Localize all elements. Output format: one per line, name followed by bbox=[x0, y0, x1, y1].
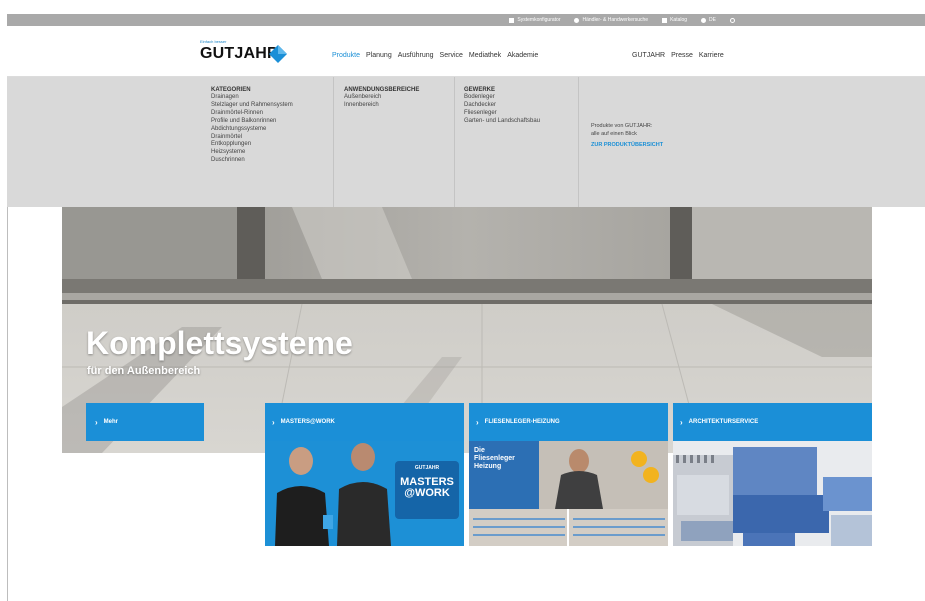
nav-item-presse[interactable]: Presse bbox=[671, 52, 693, 59]
card-header: › ARCHITEKTURSERVICE bbox=[673, 403, 872, 441]
page: Systemkonfigurator Händler- & Handwerker… bbox=[0, 0, 925, 601]
utility-catalog-label: Katalog bbox=[670, 17, 688, 23]
nav-item-service[interactable]: Service bbox=[440, 52, 463, 59]
mega-link-profile[interactable]: Profile und Balkonrinnen bbox=[211, 118, 293, 126]
badge-logo: GUTJAHR bbox=[414, 465, 440, 471]
card-header: › MASTERS@WORK bbox=[265, 403, 464, 441]
product-overview-link[interactable]: ZUR PRODUKTÜBERSICHT bbox=[591, 142, 663, 150]
language-label: DE bbox=[709, 17, 716, 23]
mega-link-abdichtung[interactable]: Abdichtungssysteme bbox=[211, 126, 293, 134]
mega-column-anwendungsbereiche: ANWENDUNGSBEREICHE Außenbereich Innenber… bbox=[344, 87, 419, 110]
mega-link-drainmoertel[interactable]: Drainmörtel bbox=[211, 134, 293, 142]
card-image: Die Fliesenleger Heizung bbox=[469, 441, 668, 546]
products-mega-menu: KATEGORIEN Drainagen Stelzlager und Rahm… bbox=[7, 77, 925, 207]
inset-line3: Heizung bbox=[474, 463, 502, 470]
teaser-card-fliesenleger-heizung[interactable]: › FLIESENLEGER-HEIZUNG Die Fliesenleger … bbox=[469, 403, 668, 546]
configurator-icon bbox=[509, 17, 515, 23]
logo-wordmark: GUTJAHR bbox=[200, 45, 279, 62]
architecture-samples-photo bbox=[673, 441, 872, 546]
mega-divider bbox=[454, 77, 455, 207]
gutjahr-logo[interactable]: Einfach besser GUTJAHR bbox=[200, 39, 295, 67]
masters-badge: GUTJAHR MASTERS @WORK bbox=[396, 465, 458, 499]
nav-item-akademie[interactable]: Akademie bbox=[507, 52, 538, 59]
card-image bbox=[673, 441, 872, 546]
nav-item-ausfuehrung[interactable]: Ausführung bbox=[398, 52, 434, 59]
mega-heading-anwendungsbereiche: ANWENDUNGSBEREICHE bbox=[344, 87, 420, 93]
promo-text-line1: Produkte von GUTJAHR: bbox=[591, 123, 653, 129]
hero-title: Komplettsysteme bbox=[86, 325, 353, 361]
nav-item-karriere[interactable]: Karriere bbox=[699, 52, 724, 59]
card-title: MASTERS@WORK bbox=[280, 419, 335, 425]
card-title: ARCHITEKTURSERVICE bbox=[688, 419, 759, 425]
chevron-right-icon: › bbox=[95, 417, 98, 427]
mega-link-drainagen[interactable]: Drainagen bbox=[211, 94, 293, 102]
utility-dealer-search-link[interactable]: Händler- & Handwerkersuche bbox=[574, 17, 648, 23]
promo-text-line2: alle auf einen Blick bbox=[591, 130, 637, 137]
globe-icon bbox=[701, 17, 707, 23]
mega-link-innenbereich[interactable]: Innenbereich bbox=[344, 102, 419, 110]
chevron-right-icon: › bbox=[476, 417, 479, 427]
utility-configurator-link[interactable]: Systemkonfigurator bbox=[509, 17, 560, 23]
mega-divider bbox=[333, 77, 334, 207]
utility-catalog-link[interactable]: Katalog bbox=[662, 17, 687, 23]
secondary-navigation: GUTJAHR Presse Karriere bbox=[632, 52, 724, 59]
chevron-right-icon: › bbox=[272, 417, 275, 427]
search-icon bbox=[730, 17, 735, 23]
catalog-icon bbox=[662, 17, 668, 23]
badge-line2: @WORK bbox=[404, 487, 450, 499]
teaser-card-masters-at-work[interactable]: › MASTERS@WORK GUTJAHR MASTERS @WORK bbox=[265, 403, 464, 546]
language-switch[interactable]: DE bbox=[701, 17, 716, 23]
mega-link-galabau[interactable]: Garten- und Landschaftsbau bbox=[464, 118, 540, 126]
hero-more-label: Mehr bbox=[103, 419, 119, 425]
mega-link-entkopplungen[interactable]: Entkopplungen bbox=[211, 141, 293, 149]
mega-column-gewerke: GEWERKE Bodenleger Dachdecker Fliesenleg… bbox=[464, 87, 540, 126]
card-header: › FLIESENLEGER-HEIZUNG bbox=[469, 403, 668, 441]
nav-item-produkte[interactable]: Produkte bbox=[332, 52, 360, 59]
mega-link-fliesenleger[interactable]: Fliesenleger bbox=[464, 110, 540, 118]
search-button[interactable] bbox=[730, 17, 735, 23]
chevron-right-icon: › bbox=[680, 417, 683, 427]
card-title: FLIESENLEGER-HEIZUNG bbox=[484, 419, 560, 425]
utility-bar: Systemkonfigurator Händler- & Handwerker… bbox=[7, 14, 925, 26]
heating-inset-text: Die Fliesenleger Heizung bbox=[474, 447, 515, 471]
nav-item-mediathek[interactable]: Mediathek bbox=[469, 52, 501, 59]
main-header: Einfach besser GUTJAHR Produkte Planung … bbox=[7, 26, 925, 77]
mega-link-heizsysteme[interactable]: Heizsysteme bbox=[211, 149, 293, 157]
utility-dealer-search-label: Händler- & Handwerkersuche bbox=[582, 17, 649, 23]
teaser-card-architekturservice[interactable]: › ARCHITEKTURSERVICE bbox=[673, 403, 872, 546]
mega-link-bodenleger[interactable]: Bodenleger bbox=[464, 94, 540, 102]
hero-subtitle: für den Außenbereich bbox=[87, 365, 201, 377]
mega-divider bbox=[578, 77, 579, 207]
nav-item-planung[interactable]: Planung bbox=[366, 52, 392, 59]
mega-link-dachdecker[interactable]: Dachdecker bbox=[464, 102, 540, 110]
mega-link-drainmoertel-rinnen[interactable]: Drainmörtel-Rinnen bbox=[211, 110, 293, 118]
mega-link-aussenbereich[interactable]: Außenbereich bbox=[344, 94, 419, 102]
nav-item-gutjahr[interactable]: GUTJAHR bbox=[632, 52, 665, 59]
logo-diamond-icon bbox=[269, 45, 287, 63]
mega-column-kategorien: KATEGORIEN Drainagen Stelzlager und Rahm… bbox=[211, 87, 293, 165]
card-image: GUTJAHR MASTERS @WORK bbox=[265, 441, 464, 546]
logo-tagline: Einfach besser bbox=[200, 39, 227, 44]
mega-promo: Produkte von GUTJAHR: alle auf einen Bli… bbox=[591, 123, 663, 150]
location-icon bbox=[574, 17, 580, 23]
mega-link-duschrinnen[interactable]: Duschrinnen bbox=[211, 157, 293, 165]
mega-heading-gewerke: GEWERKE bbox=[464, 87, 496, 93]
inset-line2: Fliesenleger bbox=[474, 455, 515, 462]
hero-more-button[interactable]: › Mehr bbox=[86, 403, 204, 441]
inset-line1: Die bbox=[474, 447, 485, 454]
mega-link-stelzlager[interactable]: Stelzlager und Rahmensystem bbox=[211, 102, 293, 110]
main-navigation: Produkte Planung Ausführung Service Medi… bbox=[332, 52, 538, 59]
mega-heading-kategorien: KATEGORIEN bbox=[211, 87, 251, 93]
utility-configurator-label: Systemkonfigurator bbox=[517, 17, 561, 23]
